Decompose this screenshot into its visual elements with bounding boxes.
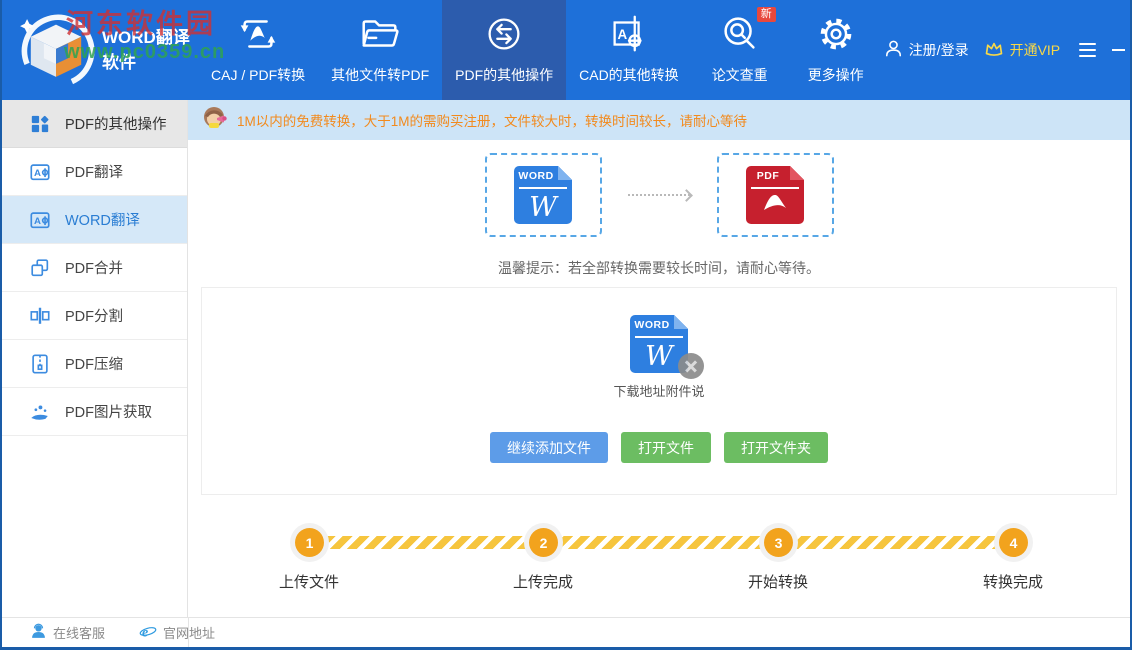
grid-icon: [29, 113, 51, 135]
translate-icon: A: [29, 209, 51, 231]
caj-pdf-convert-icon: [235, 10, 281, 58]
app-window: 河东软件园 www.pc0359.cn WORD翻译 软件: [0, 0, 1132, 650]
step-label-2: 上传完成: [473, 571, 613, 592]
merge-icon: [29, 257, 51, 279]
tab-files-to-pdf[interactable]: 其他文件转PDF: [318, 0, 442, 100]
translate-icon: A: [29, 161, 51, 183]
arrow-right-icon: [628, 191, 691, 200]
notice-text: 1M以内的免费转换，大于1M的需购买注册，文件较大时，转换时间较长，请耐心等待: [237, 110, 747, 130]
top-nav-tabs: CAJ / PDF转换 其他文件转PDF: [198, 0, 884, 100]
tab-caj-pdf-convert[interactable]: CAJ / PDF转换: [198, 0, 318, 100]
file-name: 下载地址附件说: [613, 381, 704, 400]
open-folder-button[interactable]: 打开文件夹: [724, 432, 828, 463]
sidebar-header-pdf-other-ops[interactable]: PDF的其他操作: [2, 100, 187, 148]
sidebar-item-pdf-split[interactable]: PDF分割: [2, 292, 187, 340]
online-support-label: 在线客服: [53, 623, 105, 642]
conversion-tip: 温馨提示：若全部转换需要较长时间，请耐心等待。: [188, 258, 1130, 278]
sidebar-item-word-translate[interactable]: A WORD翻译: [2, 196, 187, 244]
progress-stripe-bar: [309, 536, 1013, 549]
target-format-box: PDF: [717, 153, 834, 237]
plagiarism-check-icon: [717, 10, 763, 58]
vip-button[interactable]: 开通VIP: [984, 39, 1061, 62]
sidebar-item-label: PDF合并: [65, 257, 123, 278]
login-button[interactable]: 注册/登录: [884, 39, 969, 61]
tab-label: PDF的其他操作: [455, 65, 553, 85]
action-buttons: 继续添加文件 打开文件 打开文件夹: [202, 432, 1116, 463]
tab-cad-convert[interactable]: A CAD的其他转换: [566, 0, 692, 100]
app-brand: WORD翻译 软件: [2, 0, 198, 100]
step-circle-1: 1: [295, 528, 324, 557]
file-item: WORD W 下载地址附件说: [202, 315, 1116, 400]
notice-bar: 1M以内的免费转换，大于1M的需购买注册，文件较大时，转换时间较长，请耐心等待: [188, 100, 1130, 140]
crown-icon: [984, 39, 1004, 62]
login-label: 注册/登录: [909, 40, 969, 60]
sidebar-item-pdf-compress[interactable]: PDF压缩: [2, 340, 187, 388]
tab-pdf-other-ops[interactable]: PDF的其他操作: [442, 0, 566, 100]
svg-text:A: A: [34, 216, 41, 227]
step-label-3: 开始转换: [708, 571, 848, 592]
tab-plagiarism-check[interactable]: 新 论文查重: [692, 0, 788, 100]
tab-label: 论文查重: [712, 65, 768, 85]
window-controls: [1079, 43, 1132, 57]
sidebar-item-label: PDF分割: [65, 305, 123, 326]
sidebar-header-label: PDF的其他操作: [65, 113, 167, 134]
sidebar-item-label: PDF图片获取: [65, 401, 152, 422]
top-right-cluster: 注册/登录 开通VIP: [884, 0, 1132, 100]
vip-label: 开通VIP: [1010, 40, 1061, 60]
menu-icon[interactable]: [1079, 43, 1096, 57]
step-circle-4: 4: [999, 528, 1028, 557]
sidebar-item-pdf-translate[interactable]: A PDF翻译: [2, 148, 187, 196]
sidebar: PDF的其他操作 A PDF翻译 A WORD翻译: [2, 100, 188, 617]
step-label-1: 上传文件: [239, 571, 379, 592]
sidebar-item-label: PDF压缩: [65, 353, 123, 374]
file-list-panel: WORD W 下载地址附件说 继续添加文件 打开文件 打开文件夹: [201, 287, 1117, 495]
official-site-link[interactable]: e 官网地址: [139, 623, 215, 643]
add-more-files-button[interactable]: 继续添加文件: [490, 432, 608, 463]
gear-icon: [813, 10, 859, 58]
open-file-button[interactable]: 打开文件: [621, 432, 711, 463]
tab-label: CAJ / PDF转换: [211, 65, 305, 85]
footer-bar: 在线客服 e 官网地址: [2, 617, 1130, 647]
compress-icon: [29, 353, 51, 375]
image-extract-icon: [29, 401, 51, 423]
source-format-box: WORD W: [485, 153, 602, 237]
app-logo-icon: [14, 6, 98, 95]
step-circle-3: 3: [764, 528, 793, 557]
support-icon: [30, 623, 47, 643]
footer-divider: [188, 618, 189, 647]
online-support-link[interactable]: 在线客服: [30, 623, 105, 643]
official-site-label: 官网地址: [163, 623, 215, 642]
files-to-pdf-icon: [357, 10, 403, 58]
new-badge: 新: [757, 7, 776, 22]
tab-more-ops[interactable]: 更多操作: [788, 0, 884, 100]
progress-steps: 1 2 3 4 上传文件 上传完成 开始转换 转换完成: [188, 528, 1130, 598]
main-content: WORD W PDF: [188, 140, 1130, 617]
top-bar: WORD翻译 软件 CAJ / PDF转换: [2, 0, 1130, 100]
cad-convert-icon: A: [606, 10, 652, 58]
app-title: WORD翻译 软件: [102, 25, 190, 75]
svg-text:A: A: [34, 168, 41, 179]
svg-text:e: e: [142, 625, 148, 640]
tab-label: CAD的其他转换: [579, 65, 679, 85]
conversion-direction: WORD W PDF: [188, 153, 1130, 237]
minimize-button[interactable]: [1112, 49, 1125, 51]
remove-file-button[interactable]: [678, 353, 704, 379]
sidebar-item-label: PDF翻译: [65, 161, 123, 182]
sidebar-item-pdf-image-extract[interactable]: PDF图片获取: [2, 388, 187, 436]
sidebar-item-label: WORD翻译: [65, 209, 140, 230]
step-label-4: 转换完成: [943, 571, 1083, 592]
tab-label: 其他文件转PDF: [331, 65, 429, 85]
pdf-file-icon: PDF: [746, 166, 804, 224]
split-icon: [29, 305, 51, 327]
tab-label: 更多操作: [808, 65, 864, 85]
mascot-icon: [201, 104, 229, 137]
word-file-icon: WORD W: [514, 166, 572, 224]
sidebar-item-pdf-merge[interactable]: PDF合并: [2, 244, 187, 292]
user-icon: [884, 39, 903, 61]
pdf-other-ops-icon: [481, 10, 527, 58]
step-circle-2: 2: [529, 528, 558, 557]
website-icon: e: [139, 623, 157, 643]
svg-text:A: A: [617, 26, 627, 41]
